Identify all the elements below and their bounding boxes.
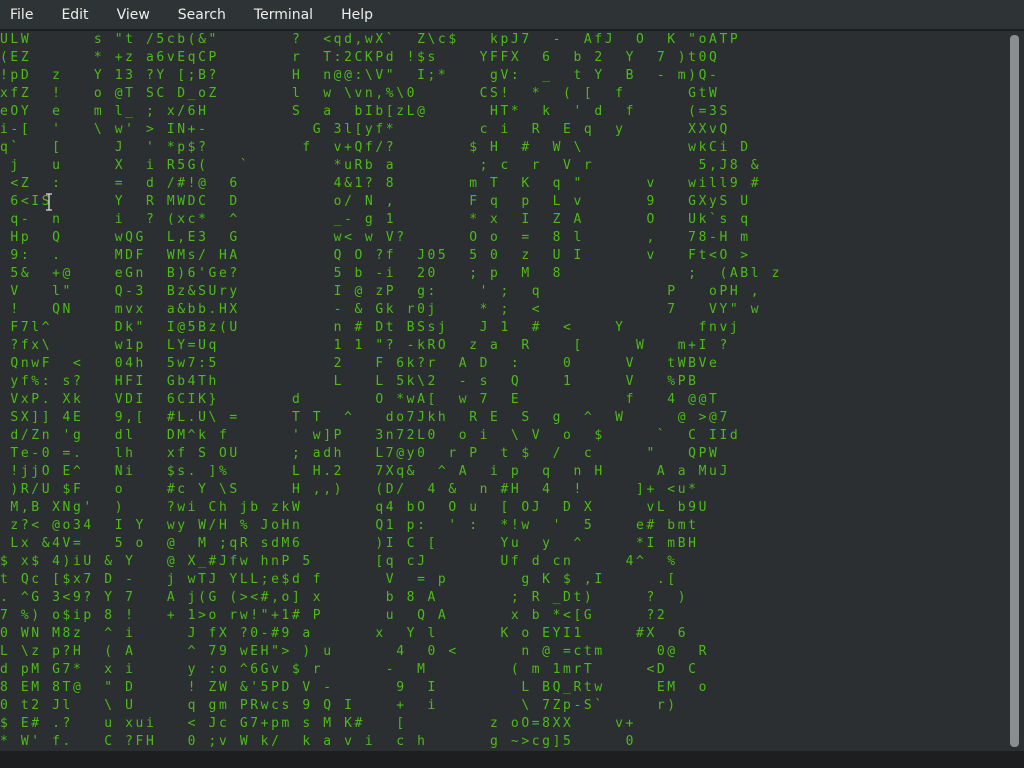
terminal-line: eOY e m l_ ; x/6H S a bIb[zL@ HT* k ' d … bbox=[0, 104, 730, 119]
terminal-line: (EZ * +z a6vEqCP r T:2CKPd !$s YFFX 6 b … bbox=[0, 50, 720, 65]
terminal-line: M,B XNg' ) ?wi Ch jb zkW q4 bO O u [ OJ … bbox=[0, 500, 710, 515]
menu-bar: File Edit View Search Terminal Help bbox=[0, 0, 1024, 30]
terminal-line: L \z p?H ( A ^ 79 wEH"> ) u 4 0 < n @ =c… bbox=[0, 644, 710, 659]
terminal-line: 0 WN M8z ^ i J fX ?0-#9 a x Y l K o EYI1… bbox=[0, 626, 689, 641]
terminal-line: xfZ ! o @T SC D_oZ l w \vn,%\0 CS! * ( [… bbox=[0, 86, 720, 101]
terminal-line: $ E# .? u xui < Jc G7+pm s M K# [ z oO=8… bbox=[0, 716, 637, 731]
terminal-line: t Qc [$x7 D - j wTJ YLL;e$d f V = p g K … bbox=[0, 572, 678, 587]
terminal-line: ! QN mvx a&bb.HX - & Gk r0j * ; < 7 VY" … bbox=[0, 302, 762, 317]
terminal-line: * W' f. C ?FH 0 ;v W k/ k a v i c h g ~>… bbox=[0, 734, 637, 749]
terminal-line: d pM G7* x i y :o ^6Gv $ r - M ( m 1mrT … bbox=[0, 662, 699, 677]
terminal-line: 5& +@ eGn B)6'Ge? 5 b -i 20 ; p M 8 ; (A… bbox=[0, 266, 782, 281]
terminal-line: !pD z Y 13 ?Y [;B? H n@@:\V" I;* gV: _ t… bbox=[0, 68, 720, 83]
terminal-line: SX]] 4E 9,[ #L.U\ = T T ^ do7Jkh R E S g… bbox=[0, 410, 730, 425]
terminal-line: i-[ ' \ w' > IN+- G 3l[yf* c i R E q y X… bbox=[0, 122, 730, 137]
terminal-line: !jjO E^ Ni $s. ]% L H.2 7Xq& ^ A i p q n… bbox=[0, 464, 730, 479]
terminal-line: q` [ J ' *p$? f v+Qf/? $ H # W \ wkCi D bbox=[0, 140, 751, 155]
menu-view[interactable]: View bbox=[109, 0, 158, 30]
terminal-line: 8 EM 8T@ " D ! ZW &'5PD V - 9 I L BQ_Rtw… bbox=[0, 680, 710, 695]
terminal-line: q- n i ? (xc* ^ _- g 1 * x I Z A O Uk`s … bbox=[0, 212, 751, 227]
terminal-line: QnwF < 04h 5w7:5 2 F 6k?r A D : 0 V tWBV… bbox=[0, 356, 720, 371]
terminal-line: Te-0 =. lh xf S OU ; adh L7@y0 r P t $ /… bbox=[0, 446, 720, 461]
terminal-line: 0 t2 Jl \ U q gm PRwcs 9 Q I + i \ 7Zp-S… bbox=[0, 698, 678, 713]
terminal-line: )R/U $F o #c Y \S H ,,) (D/ 4 & n #H 4 !… bbox=[0, 482, 699, 497]
terminal-line: <Z : = d /#!@ 6 4&1? 8 m T K q " v will9… bbox=[0, 176, 762, 191]
terminal-line: . ^G 3<9? Y 7 A j(G (><#,o] x b 8 A ; R … bbox=[0, 590, 689, 605]
menu-search[interactable]: Search bbox=[170, 0, 234, 30]
menu-help[interactable]: Help bbox=[333, 0, 381, 30]
terminal-line: ULW s "t /5cb(&" ? <qd,wX` Z\c$ kpJ7 - A… bbox=[0, 32, 741, 47]
menu-file[interactable]: File bbox=[2, 0, 41, 30]
window-bottom-edge bbox=[0, 751, 1024, 768]
terminal-line: Hp Q wQG L,E3 G w< w V? O o = 8 l , 78-H… bbox=[0, 230, 751, 245]
terminal-line: V l" Q-3 Bz&SUry I @ zP g: ' ; q P oPH , bbox=[0, 284, 762, 299]
terminal-line: ?fx\ w1p LY=Uq 1 1 "? -kRO z a R [ W m+I… bbox=[0, 338, 730, 353]
terminal-line: z?< @o34 I Y wy W/H % JoHn Q1 p: ' : *!w… bbox=[0, 518, 699, 533]
menu-terminal[interactable]: Terminal bbox=[246, 0, 321, 30]
terminal-output[interactable]: ULW s "t /5cb(&" ? <qd,wX` Z\c$ kpJ7 - A… bbox=[0, 31, 1003, 751]
terminal-line: yf%: s? HFI Gb4Th L L 5k\2 - s Q 1 V %PB bbox=[0, 374, 699, 389]
terminal-line: d/Zn 'g dl DM^k f ' w]P 3n72L0 o i \ V o… bbox=[0, 428, 741, 443]
terminal-line: 7 %) o$ip 8 ! + 1>o rw!"+1# P u Q A x b … bbox=[0, 608, 668, 623]
terminal-line: Lx &4V= 5 o @ M ;qR sdM6 )I C [ Yu y ^ *… bbox=[0, 536, 699, 551]
terminal-line: $ x$ 4)iU & Y @ X_#Jfw hnP 5 [q cJ Uf d … bbox=[0, 554, 678, 569]
menu-edit[interactable]: Edit bbox=[53, 0, 96, 30]
text-cursor-icon bbox=[46, 193, 52, 211]
terminal-line: VxP. Xk VDI 6CIK} d O *wA[ w 7 E f 4 @@T bbox=[0, 392, 720, 407]
terminal-scrollbar[interactable] bbox=[1003, 31, 1024, 751]
terminal-line: 9: . MDF WMs/ HA Q O ?f J05 5 0 z U I v … bbox=[0, 248, 751, 263]
terminal-line: 6<IS Y R MWDC D o/ N , F q p L v 9 GXyS … bbox=[0, 194, 751, 209]
terminal-line: F7l^ Dk" I@5Bz(U n # Dt BSsj J 1 # < Y f… bbox=[0, 320, 741, 335]
scrollbar-thumb[interactable] bbox=[1010, 35, 1019, 747]
terminal-line: j u X i R5G( ` *uRb a ; c r V r 5,J8 & bbox=[0, 158, 762, 173]
